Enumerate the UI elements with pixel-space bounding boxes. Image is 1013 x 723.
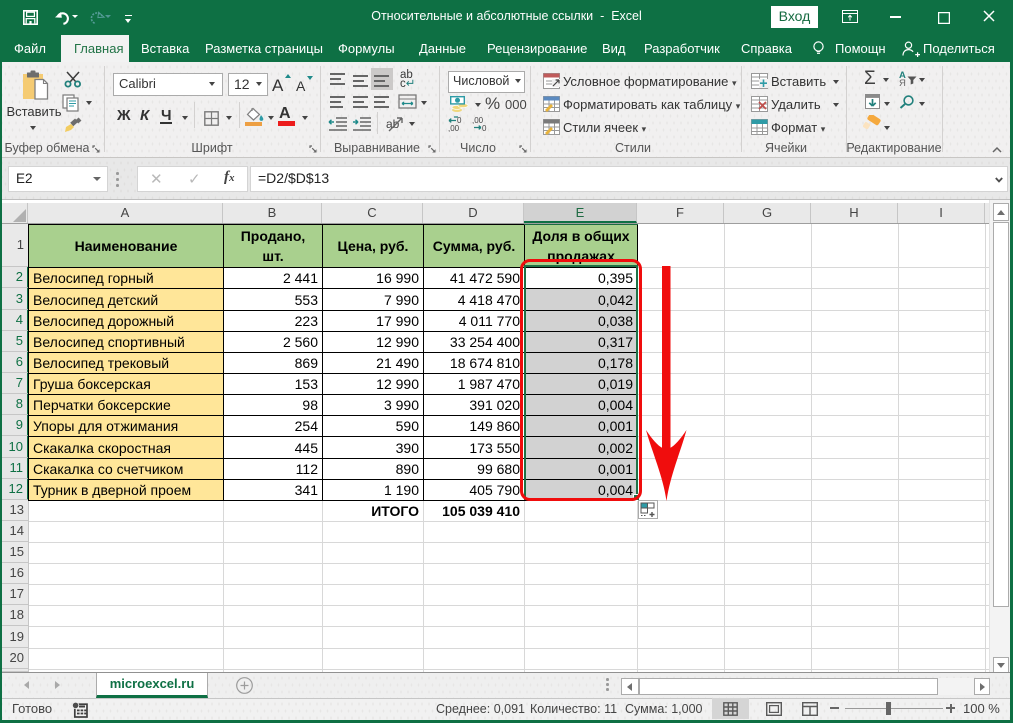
svg-text:,00: ,00 [448,124,460,132]
svg-text:0: 0 [482,124,487,132]
svg-text:ab: ab [386,117,400,131]
